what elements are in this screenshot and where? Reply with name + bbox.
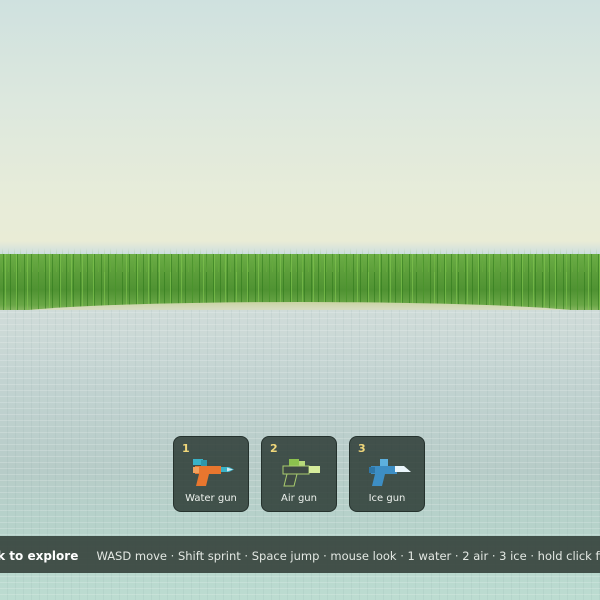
hint-content: Click to explore WASD move · Shift sprin… (0, 536, 600, 573)
controls-help-text: WASD move · Shift sprint · Space jump · … (96, 549, 600, 563)
slot-label: Air gun (281, 493, 317, 504)
controls-hint-bar: Click to explore WASD move · Shift sprin… (0, 536, 600, 573)
slot-label: Ice gun (368, 493, 406, 504)
slot-key-number: 1 (182, 442, 190, 455)
ice-gun-icon (369, 459, 411, 486)
slot-key-number: 2 (270, 442, 278, 455)
grass-tips (0, 248, 600, 272)
hotbar-slot-air-gun[interactable]: 2 Air gun (261, 436, 337, 512)
hotbar-slot-water-gun[interactable]: 1 Water gun (173, 436, 249, 512)
air-gun-icon (282, 459, 320, 487)
weapon-hotbar: 1 Water gun 2 Air gun 3 Ice gun (173, 436, 427, 514)
water-gun-icon (193, 459, 234, 486)
click-to-explore-prompt[interactable]: Click to explore (0, 549, 78, 563)
sky (0, 0, 600, 262)
hotbar-slot-ice-gun[interactable]: 3 Ice gun (349, 436, 425, 512)
slot-key-number: 3 (358, 442, 366, 455)
slot-label: Water gun (185, 493, 237, 504)
